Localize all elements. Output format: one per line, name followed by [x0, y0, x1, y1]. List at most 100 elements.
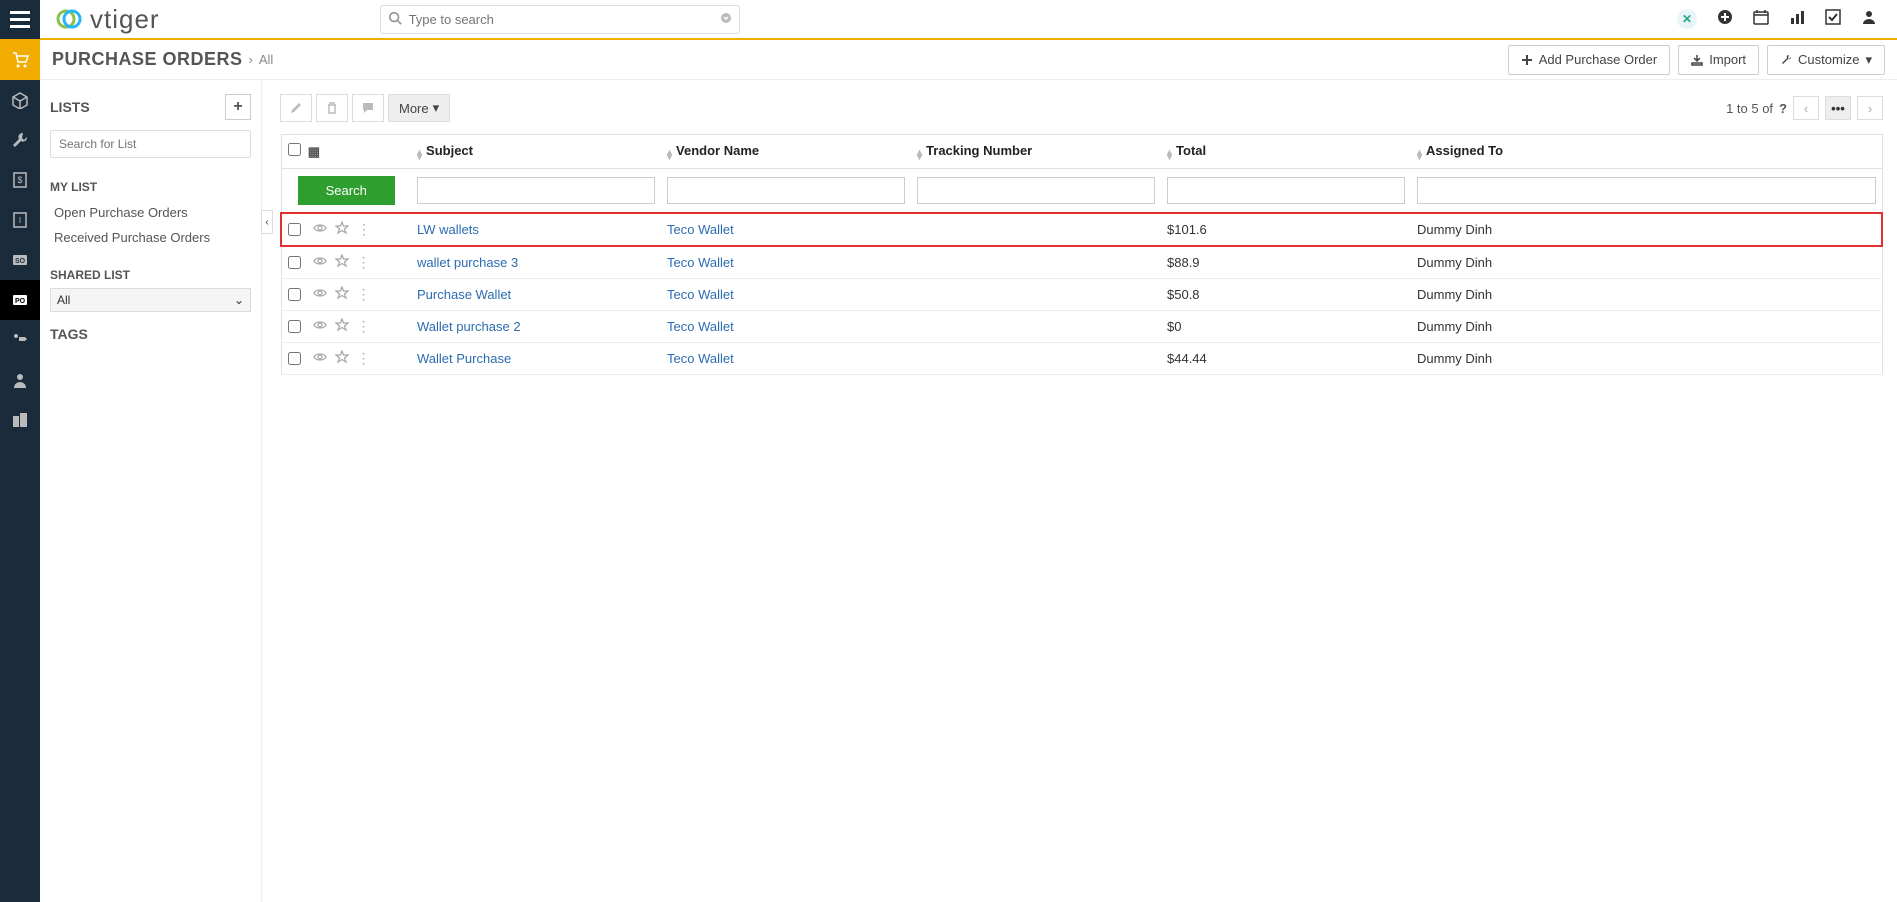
rail-so-icon[interactable]: SO — [0, 240, 40, 280]
eye-icon[interactable] — [313, 221, 327, 238]
row-checkbox[interactable] — [288, 223, 301, 236]
module-rail: $ I SO PO — [0, 40, 40, 902]
rail-box-icon[interactable] — [0, 80, 40, 120]
filter-vendor-input[interactable] — [667, 177, 905, 204]
table-row[interactable]: ⋮Purchase WalletTeco Wallet$50.8Dummy Di… — [281, 279, 1882, 311]
col-vendor[interactable]: Vendor Name — [676, 143, 759, 158]
sharedlist-select[interactable]: All⌄ — [50, 288, 251, 312]
col-tracking[interactable]: Tracking Number — [926, 143, 1032, 158]
star-icon[interactable] — [335, 221, 349, 238]
svg-text:SO: SO — [15, 258, 26, 265]
row-total: $88.9 — [1167, 255, 1200, 270]
select-all-checkbox[interactable] — [288, 143, 301, 156]
rail-po-icon[interactable]: PO — [0, 280, 40, 320]
row-assigned: Dummy Dinh — [1417, 255, 1492, 270]
tags-heading: TAGS — [50, 326, 88, 342]
rail-shopping-icon[interactable] — [0, 40, 40, 80]
import-button[interactable]: Import — [1678, 45, 1759, 75]
eye-icon[interactable] — [313, 254, 327, 271]
row-vendor[interactable]: Teco Wallet — [667, 351, 734, 366]
row-subject[interactable]: wallet purchase 3 — [417, 255, 518, 270]
star-icon[interactable] — [335, 254, 349, 271]
page-next-button[interactable]: › — [1857, 96, 1883, 120]
collapse-sidebar-button[interactable]: ‹ — [261, 210, 273, 234]
kebab-icon[interactable]: ⋮ — [357, 318, 371, 335]
rail-wrench-icon[interactable] — [0, 120, 40, 160]
rail-building-icon[interactable] — [0, 400, 40, 440]
star-icon[interactable] — [335, 350, 349, 367]
kebab-icon[interactable]: ⋮ — [357, 350, 371, 367]
list-search-input[interactable] — [50, 130, 251, 158]
customize-button[interactable]: Customize ▾ — [1767, 45, 1885, 75]
reports-icon[interactable] — [1789, 9, 1805, 30]
more-button[interactable]: More▾ — [388, 94, 450, 122]
col-total[interactable]: Total — [1176, 143, 1206, 158]
row-checkbox[interactable] — [288, 320, 301, 333]
sharedlist-heading: SHARED LIST — [50, 268, 251, 282]
search-dropdown-icon[interactable] — [720, 12, 732, 27]
table-row[interactable]: ⋮LW walletsTeco Wallet$101.6Dummy Dinh — [281, 213, 1882, 246]
row-subject[interactable]: LW wallets — [417, 222, 479, 237]
star-icon[interactable] — [335, 286, 349, 303]
kebab-icon[interactable]: ⋮ — [357, 286, 371, 303]
comment-button[interactable] — [352, 94, 384, 122]
sort-icon[interactable]: ▴▾ — [917, 150, 922, 160]
sort-icon[interactable]: ▴▾ — [667, 150, 672, 160]
row-vendor[interactable]: Teco Wallet — [667, 255, 734, 270]
search-button[interactable]: Search — [298, 176, 395, 205]
sidebar-item-received-po[interactable]: Received Purchase Orders — [50, 225, 251, 250]
row-vendor[interactable]: Teco Wallet — [667, 287, 734, 302]
add-list-button[interactable]: + — [225, 94, 251, 120]
eye-icon[interactable] — [313, 318, 327, 335]
rail-person-icon[interactable] — [0, 360, 40, 400]
col-subject[interactable]: Subject — [426, 143, 473, 158]
table-row[interactable]: ⋮Wallet purchase 2Teco Wallet$0Dummy Din… — [281, 311, 1882, 343]
table-row[interactable]: ⋮ wallet purchase 3 Teco Wallet $88.9 Dummy … — [281, 246, 1882, 279]
svg-text:I: I — [19, 216, 21, 225]
eye-icon[interactable] — [313, 350, 327, 367]
filter-total-input[interactable] — [1167, 177, 1405, 204]
add-purchase-order-button[interactable]: Add Purchase Order — [1508, 45, 1671, 75]
user-icon[interactable] — [1861, 9, 1877, 30]
page-jump-button[interactable]: ••• — [1825, 96, 1851, 120]
row-checkbox[interactable] — [288, 352, 301, 365]
row-checkbox[interactable] — [288, 256, 301, 269]
filter-subject-input[interactable] — [417, 177, 655, 204]
tasks-icon[interactable] — [1825, 9, 1841, 30]
eye-icon[interactable] — [313, 286, 327, 303]
page-prev-button[interactable]: ‹ — [1793, 96, 1819, 120]
filter-assigned-input[interactable] — [1417, 177, 1876, 204]
star-icon[interactable] — [335, 318, 349, 335]
kebab-icon[interactable]: ⋮ — [357, 254, 371, 271]
delete-button[interactable] — [316, 94, 348, 122]
records-table: ▦ ▴▾ Subject ▴▾ Vendor Name ▴▾ Tracking Num… — [280, 134, 1883, 375]
grid-view-icon[interactable]: ▦ — [308, 144, 320, 159]
kebab-icon[interactable]: ⋮ — [357, 221, 371, 238]
rail-signpost-icon[interactable] — [0, 320, 40, 360]
sidebar-item-open-po[interactable]: Open Purchase Orders — [50, 200, 251, 225]
sort-icon[interactable]: ▴▾ — [1417, 150, 1422, 160]
extension-badge-icon[interactable]: ✕ — [1677, 9, 1697, 29]
row-subject[interactable]: Purchase Wallet — [417, 287, 511, 302]
rail-invoice-s-icon[interactable]: $ — [0, 160, 40, 200]
logo[interactable]: vtiger — [52, 4, 160, 35]
filter-tracking-input[interactable] — [917, 177, 1155, 204]
svg-text:PO: PO — [15, 298, 26, 305]
rail-invoice-i-icon[interactable]: I — [0, 200, 40, 240]
row-subject[interactable]: Wallet Purchase — [417, 351, 511, 366]
row-vendor[interactable]: Teco Wallet — [667, 319, 734, 334]
calendar-icon[interactable] — [1753, 9, 1769, 30]
table-row[interactable]: ⋮Wallet PurchaseTeco Wallet$44.44Dummy D… — [281, 343, 1882, 375]
sort-icon[interactable]: ▴▾ — [417, 150, 422, 160]
row-vendor[interactable]: Teco Wallet — [667, 222, 734, 237]
row-checkbox[interactable] — [288, 288, 301, 301]
breadcrumb-sep: › — [249, 52, 253, 67]
quick-create-icon[interactable] — [1717, 9, 1733, 30]
col-assigned[interactable]: Assigned To — [1426, 143, 1503, 158]
sort-icon[interactable]: ▴▾ — [1167, 150, 1172, 160]
row-total: $44.44 — [1167, 351, 1207, 366]
global-search-input[interactable] — [380, 5, 740, 34]
row-subject[interactable]: Wallet purchase 2 — [417, 319, 521, 334]
edit-button[interactable] — [280, 94, 312, 122]
hamburger-menu[interactable] — [0, 0, 40, 39]
